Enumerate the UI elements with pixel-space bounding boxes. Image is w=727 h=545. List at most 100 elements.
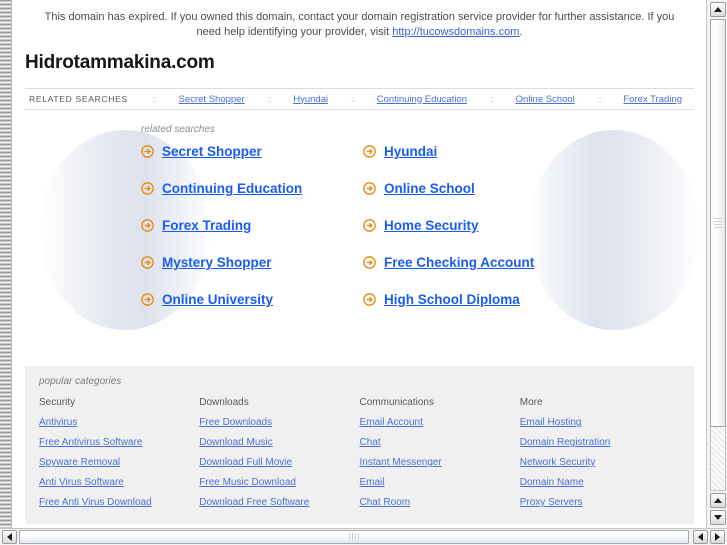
banner-text-before: This domain has expired. If you owned th…	[44, 11, 675, 38]
category-link[interactable]: Instant Messenger	[360, 457, 442, 468]
vertical-scrollbar-thumb[interactable]	[710, 19, 726, 427]
category-link[interactable]: Anti Virus Software	[39, 477, 124, 488]
hero-link-label[interactable]: Hyundai	[384, 144, 437, 159]
category-link[interactable]: Domain Name	[520, 477, 584, 488]
page-title: Hidrotammakina.com	[25, 52, 215, 73]
rs-link-forex-trading[interactable]: Forex Trading	[623, 94, 682, 105]
rs-link-continuing-education[interactable]: Continuing Education	[377, 94, 467, 105]
related-searches-bar: RELATED SEARCHES :: Secret Shopper :: Hy…	[25, 88, 694, 110]
scroll-down-button[interactable]	[710, 510, 726, 525]
hero-item-forex-trading[interactable]: Forex Trading	[141, 218, 363, 233]
category-link[interactable]: Download Free Software	[199, 497, 309, 508]
related-searches-hero: related searches Secret Shopper Hyundai …	[13, 114, 706, 352]
triangle-left-icon	[7, 533, 12, 541]
orange-arrow-circle-icon	[141, 182, 154, 195]
category-heading: Security	[39, 397, 76, 408]
triangle-right-icon	[715, 533, 720, 541]
hero-item-hyundai[interactable]: Hyundai	[363, 144, 706, 159]
category-link[interactable]: Chat	[360, 437, 381, 448]
triangle-down-icon	[714, 515, 722, 520]
category-link[interactable]: Email Account	[360, 417, 423, 428]
rs-link-hyundai[interactable]: Hyundai	[293, 94, 328, 105]
triangle-up-icon	[714, 498, 722, 503]
orange-arrow-circle-icon	[141, 293, 154, 306]
category-link[interactable]: Chat Room	[360, 497, 411, 508]
orange-arrow-circle-icon	[363, 145, 376, 158]
hero-link-label[interactable]: High School Diploma	[384, 292, 520, 307]
category-link[interactable]: Download Music	[199, 437, 272, 448]
page-content: This domain has expired. If you owned th…	[13, 0, 706, 528]
hero-item-secret-shopper[interactable]: Secret Shopper	[141, 144, 363, 159]
hero-link-label[interactable]: Online University	[162, 292, 273, 307]
orange-arrow-circle-icon	[141, 256, 154, 269]
orange-arrow-circle-icon	[141, 219, 154, 232]
browser-viewport: This domain has expired. If you owned th…	[0, 0, 727, 545]
category-link[interactable]: Domain Registration	[520, 437, 611, 448]
hero-link-label[interactable]: Online School	[384, 181, 475, 196]
hero-link-grid: Secret Shopper Hyundai Continuing Educat…	[141, 144, 706, 307]
category-link[interactable]: Antivirus	[39, 417, 77, 428]
scroll-left-button-secondary[interactable]	[693, 530, 708, 544]
category-link[interactable]: Free Music Download	[199, 477, 296, 488]
category-link[interactable]: Free Downloads	[199, 417, 272, 428]
related-searches-label: RELATED SEARCHES	[29, 94, 128, 104]
category-link[interactable]: Email Hosting	[520, 417, 582, 428]
hero-item-free-checking-account[interactable]: Free Checking Account	[363, 255, 706, 270]
popular-categories-panel: popular categories Security Antivirus Fr…	[25, 366, 694, 524]
category-column-communications: Communications Email Account Chat Instan…	[360, 397, 520, 508]
orange-arrow-circle-icon	[363, 182, 376, 195]
popular-categories-caption: popular categories	[39, 376, 122, 387]
scroll-left-button[interactable]	[2, 530, 17, 544]
category-heading: Communications	[359, 397, 434, 408]
separator: ::	[597, 94, 602, 104]
category-link[interactable]: Spyware Removal	[39, 457, 120, 468]
rs-link-online-school[interactable]: Online School	[516, 94, 575, 105]
separator: ::	[350, 94, 355, 104]
hero-link-label[interactable]: Secret Shopper	[162, 144, 262, 159]
tucowsdomains-link[interactable]: http://tucowsdomains.com	[392, 26, 519, 38]
scrollbar-grip-icon	[349, 533, 359, 541]
orange-arrow-circle-icon	[363, 256, 376, 269]
category-link[interactable]: Proxy Servers	[520, 497, 583, 508]
hero-link-label[interactable]: Home Security	[384, 218, 479, 233]
hero-link-label[interactable]: Mystery Shopper	[162, 255, 272, 270]
category-link[interactable]: Free Anti Virus Download	[39, 497, 152, 508]
scrollbar-grip-icon	[714, 218, 722, 228]
hero-item-mystery-shopper[interactable]: Mystery Shopper	[141, 255, 363, 270]
hero-link-label[interactable]: Free Checking Account	[384, 255, 534, 270]
horizontal-scrollbar[interactable]	[0, 528, 727, 545]
category-column-downloads: Downloads Free Downloads Download Music …	[199, 397, 359, 508]
hero-item-online-school[interactable]: Online School	[363, 181, 706, 196]
separator: ::	[152, 94, 157, 104]
horizontal-scrollbar-thumb[interactable]	[19, 530, 689, 544]
category-heading: More	[519, 397, 543, 408]
category-link[interactable]: Free Antivirus Software	[39, 437, 142, 448]
hero-item-continuing-education[interactable]: Continuing Education	[141, 181, 363, 196]
category-link[interactable]: Download Full Movie	[199, 457, 292, 468]
separator: ::	[267, 94, 271, 104]
hero-link-label[interactable]: Continuing Education	[162, 181, 302, 196]
category-column-more: More Email Hosting Domain Registration N…	[520, 397, 680, 508]
hero-caption: related searches	[141, 124, 215, 135]
scroll-right-button[interactable]	[710, 530, 725, 544]
scroll-up-button[interactable]	[710, 2, 726, 17]
triangle-left-icon	[698, 533, 703, 541]
orange-arrow-circle-icon	[363, 219, 376, 232]
hero-inner: related searches Secret Shopper Hyundai …	[13, 114, 706, 307]
banner-text-after: .	[519, 26, 523, 38]
hero-item-high-school-diploma[interactable]: High School Diploma	[363, 292, 706, 307]
category-column-security: Security Antivirus Free Antivirus Softwa…	[39, 397, 199, 508]
category-heading: Downloads	[199, 397, 249, 408]
separator: ::	[489, 94, 494, 104]
rs-link-secret-shopper[interactable]: Secret Shopper	[179, 94, 245, 105]
category-link[interactable]: Network Security	[520, 457, 596, 468]
related-searches-items: :: Secret Shopper :: Hyundai :: Continui…	[138, 94, 690, 105]
scroll-up-button-secondary[interactable]	[710, 493, 726, 508]
vertical-scrollbar[interactable]	[706, 0, 727, 528]
category-link[interactable]: Email	[360, 477, 385, 488]
hero-item-online-university[interactable]: Online University	[141, 292, 363, 307]
left-hatched-gutter	[0, 0, 12, 528]
hero-item-home-security[interactable]: Home Security	[363, 218, 706, 233]
domain-expired-banner: This domain has expired. If you owned th…	[13, 0, 706, 44]
hero-link-label[interactable]: Forex Trading	[162, 218, 251, 233]
